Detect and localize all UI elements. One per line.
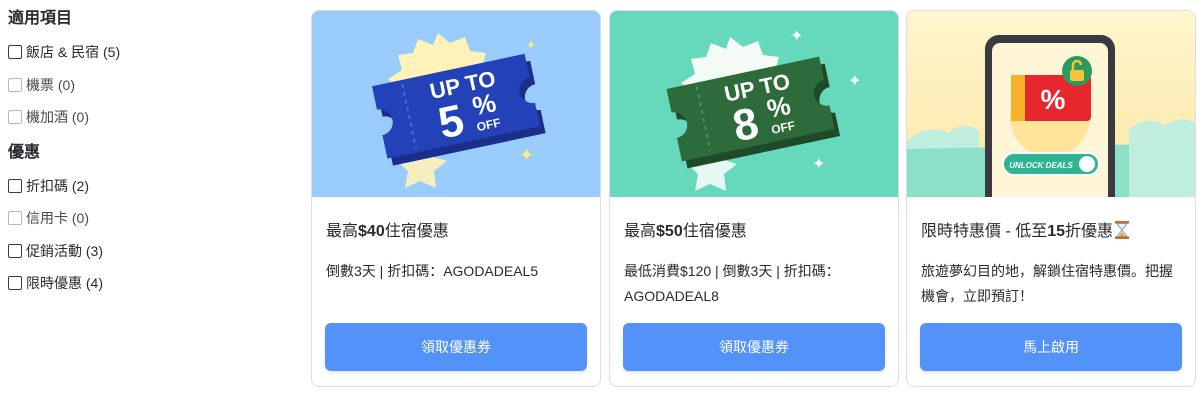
sparkle-icon: ✦ xyxy=(519,145,534,165)
title-prefix: 最高 xyxy=(326,223,359,240)
screen-ticket-percent: % xyxy=(1041,84,1066,115)
filter-item-promo-code[interactable]: 折扣碼 (2) xyxy=(8,170,288,203)
ticket-8-percent-illustration: ✦ ✦ ✦ UP TO 8 % OFF xyxy=(610,11,898,197)
unlock-toggle-label: UNLOCK DEALS xyxy=(1009,161,1073,170)
deal-description: 最低消費$120 | 倒數3天 | 折扣碼：AGODADEAL8 xyxy=(624,263,840,304)
title-amount: $50 xyxy=(656,223,683,240)
deal-card-5-percent: ✦ ✦ UP TO 5 % OFF 最高$40住宿優惠 倒數3天 | 折扣碼：A… xyxy=(311,10,601,387)
checkbox[interactable] xyxy=(8,178,22,193)
screen-ticket-stub xyxy=(1011,75,1025,121)
deal-title: 最高$40住宿優惠 xyxy=(326,217,449,241)
filter-list-deals: 折扣碼 (2) 信用卡 (0) 促銷活動 (3) 限時優惠 (4) xyxy=(8,170,288,300)
title-suffix: 住宿優惠 xyxy=(682,223,747,240)
filter-label: 促銷活動 (3) xyxy=(26,242,103,259)
filter-item-flights[interactable]: 機票 (0) xyxy=(8,69,288,102)
checkbox[interactable] xyxy=(8,45,22,60)
claim-coupon-button[interactable]: 領取優惠券 xyxy=(623,323,885,371)
filter-item-credit-card[interactable]: 信用卡 (0) xyxy=(8,202,288,235)
ticket-5-percent-illustration: ✦ ✦ UP TO 5 % OFF xyxy=(312,11,600,197)
filter-list-applicable: 飯店 & 民宿 (5) 機票 (0) 機加酒 (0) xyxy=(8,36,288,134)
filter-label: 折扣碼 (2) xyxy=(26,177,89,194)
deal-banner-image: % UNLOCK DEALS xyxy=(907,11,1195,197)
filter-label: 飯店 & 民宿 (5) xyxy=(26,44,121,61)
cloud-decoration xyxy=(1129,119,1195,197)
checkbox[interactable] xyxy=(8,77,22,92)
phone-unlock-illustration: % UNLOCK DEALS xyxy=(907,11,1195,197)
checkbox[interactable] xyxy=(8,211,22,226)
title-amount: $40 xyxy=(358,223,385,240)
title-prefix: 最高 xyxy=(624,223,657,240)
title-suffix: 折優惠 xyxy=(1065,223,1114,240)
title-prefix: 限時特惠價 - 低至 xyxy=(921,223,1048,240)
claim-coupon-button[interactable]: 領取優惠券 xyxy=(325,323,587,371)
filter-label: 機票 (0) xyxy=(26,76,75,93)
hourglass-icon xyxy=(1115,221,1130,244)
filter-label: 信用卡 (0) xyxy=(26,210,89,227)
sparkle-icon: ✦ xyxy=(526,38,536,52)
title-amount: 15 xyxy=(1047,223,1066,240)
title-suffix: 住宿優惠 xyxy=(384,223,449,240)
filter-label: 機加酒 (0) xyxy=(26,109,89,126)
section-title-deals: 優惠 xyxy=(8,143,41,161)
deal-card-8-percent: ✦ ✦ ✦ UP TO 8 % OFF 最高$50住宿優惠 最低消費$120 |… xyxy=(609,10,899,387)
filter-item-hotels[interactable]: 飯店 & 民宿 (5) xyxy=(8,36,288,69)
sparkle-icon: ✦ xyxy=(812,156,825,173)
filter-sidebar: 適用項目 飯店 & 民宿 (5) 機票 (0) 機加酒 (0) 優惠 折扣碼 (… xyxy=(8,8,288,308)
activate-deal-button[interactable]: 馬上啟用 xyxy=(920,323,1182,371)
checkbox[interactable] xyxy=(8,276,22,291)
deal-card-flash-sale: % UNLOCK DEALS 限時特惠價 - 低至15折優惠 旅遊夢幻目的地，解… xyxy=(906,10,1196,387)
deal-title: 限時特惠價 - 低至15折優惠 xyxy=(921,217,1130,244)
filter-item-promotions[interactable]: 促銷活動 (3) xyxy=(8,235,288,268)
filter-item-limited-time[interactable]: 限時優惠 (4) xyxy=(8,267,288,300)
deal-title: 最高$50住宿優惠 xyxy=(624,217,747,241)
sparkle-icon: ✦ xyxy=(790,28,803,45)
checkbox[interactable] xyxy=(8,243,22,258)
deal-description: 倒數3天 | 折扣碼：AGODADEAL5 xyxy=(326,263,539,279)
filter-label: 限時優惠 (4) xyxy=(26,275,103,292)
filter-item-packages[interactable]: 機加酒 (0) xyxy=(8,101,288,134)
sparkle-icon: ✦ xyxy=(848,73,861,90)
deal-banner-image: ✦ ✦ ✦ UP TO 8 % OFF xyxy=(610,11,898,197)
section-title-applicable: 適用項目 xyxy=(8,10,73,27)
deal-banner-image: ✦ ✦ UP TO 5 % OFF xyxy=(312,11,600,197)
deal-description: 旅遊夢幻目的地，解鎖住宿特惠價。把握機會，立即預訂！ xyxy=(921,263,1173,304)
checkbox[interactable] xyxy=(8,110,22,125)
toggle-knob xyxy=(1079,156,1095,172)
